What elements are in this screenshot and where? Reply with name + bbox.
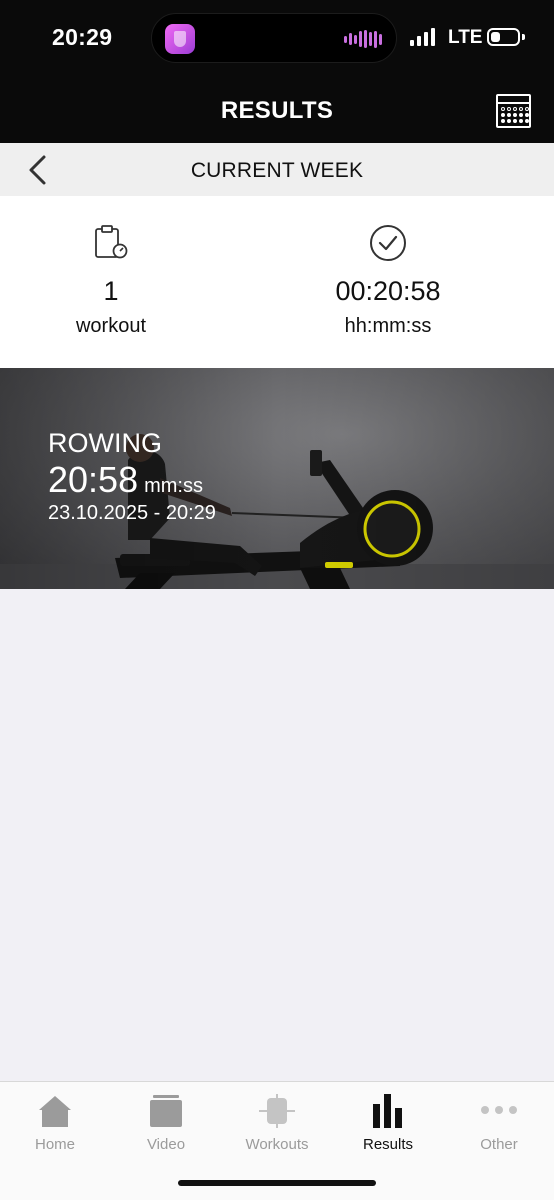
status-bar: 20:29 LTE: [0, 0, 554, 80]
workout-duration: 20:58: [48, 459, 139, 500]
total-duration-value: 00:20:58: [335, 276, 441, 306]
workout-count-unit: workout: [75, 315, 147, 337]
battery-icon: [487, 28, 520, 46]
status-time: 20:29: [52, 24, 113, 50]
battery-level: [491, 32, 500, 42]
workout-count-stat: 1 workout: [0, 196, 222, 368]
more-dots-icon: [480, 1094, 518, 1133]
workout-card-details: ROWING 20:58 mm:ss 23.10.2025 - 20:29: [48, 428, 216, 526]
tab-results[interactable]: Results: [333, 1082, 443, 1162]
calendar-icon[interactable]: [496, 94, 531, 128]
workout-duration-unit: mm:ss: [144, 475, 203, 497]
app-header: RESULTS: [0, 80, 554, 143]
tab-other-label: Other: [480, 1136, 518, 1153]
workout-duration-row: 20:58 mm:ss: [48, 460, 216, 500]
total-duration-stat: 00:20:58 hh:mm:ss: [277, 196, 499, 368]
battery-tip: [522, 34, 525, 40]
tab-video-label: Video: [146, 1136, 186, 1153]
workout-result-card[interactable]: ROWING 20:58 mm:ss 23.10.2025 - 20:29: [0, 368, 554, 589]
tab-home-label: Home: [34, 1136, 75, 1153]
workout-date: 23.10.2025 - 20:29: [48, 502, 216, 524]
tab-video[interactable]: Video: [111, 1082, 221, 1162]
home-icon: [37, 1094, 73, 1133]
signal-strength-icon: [410, 28, 435, 46]
now-playing-app-icon: [165, 24, 195, 54]
audio-waveform-icon: [344, 30, 382, 48]
home-indicator[interactable]: [178, 1180, 376, 1186]
video-folder-icon: [148, 1094, 184, 1133]
tab-results-label: Results: [362, 1136, 414, 1153]
clipboard-timer-icon: [93, 224, 129, 265]
week-title: CURRENT WEEK: [190, 159, 364, 182]
workout-count-value: 1: [103, 276, 119, 306]
page-title: RESULTS: [220, 97, 334, 124]
bar-chart-icon: [371, 1094, 405, 1133]
tab-home[interactable]: Home: [0, 1082, 110, 1162]
dynamic-island[interactable]: [151, 13, 397, 63]
weekly-summary: 1 workout 00:20:58 hh:mm:ss: [0, 196, 554, 368]
week-navigation: CURRENT WEEK: [0, 143, 554, 196]
workout-type: ROWING: [48, 428, 162, 458]
tab-other[interactable]: Other: [444, 1082, 554, 1162]
tab-workouts-label: Workouts: [245, 1136, 309, 1153]
dumbbell-icon: [259, 1094, 295, 1133]
network-type: LTE: [448, 27, 483, 48]
tab-workouts[interactable]: Workouts: [222, 1082, 332, 1162]
total-duration-unit: hh:mm:ss: [344, 315, 432, 337]
check-circle-icon: [369, 224, 407, 267]
